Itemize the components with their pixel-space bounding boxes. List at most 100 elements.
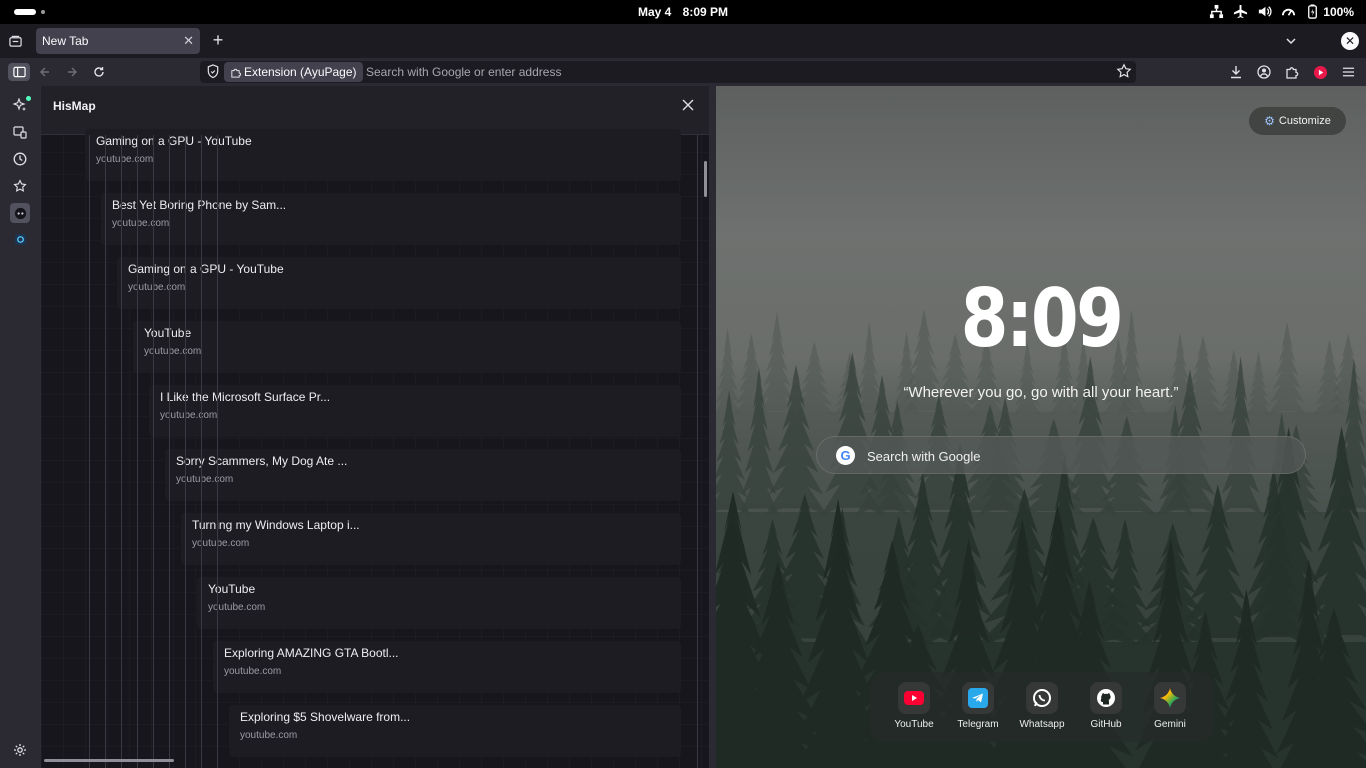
big-clock: 8:09: [960, 272, 1124, 365]
telegram-icon: [962, 682, 994, 714]
shortcut-label: Gemini: [1154, 719, 1186, 730]
system-clock[interactable]: May 4 8:09 PM: [0, 5, 1366, 19]
app-menu-button[interactable]: [1339, 63, 1357, 81]
youtube-extension-button[interactable]: [1311, 63, 1329, 81]
tree-connector: [137, 135, 138, 768]
firefox-view-icon: [8, 35, 22, 47]
arrow-right-icon: [68, 67, 77, 77]
downloads-button[interactable]: [1227, 63, 1245, 81]
history-node-title: Gaming on a GPU - YouTube: [128, 262, 284, 276]
history-tree[interactable]: Gaming on a GPU - YouTube youtube.com Best…: [41, 129, 709, 768]
tree-edge: [697, 135, 698, 768]
vertical-sidebar: [0, 86, 40, 768]
google-icon: G: [836, 446, 855, 465]
extension-app-icon: [14, 233, 26, 245]
gear-icon: [14, 744, 26, 756]
synced-tabs-icon: [13, 126, 27, 139]
firefox-view-button[interactable]: [6, 32, 24, 50]
google-search-box[interactable]: G: [816, 436, 1306, 474]
panel-header: HisMap: [41, 86, 709, 135]
customize-button[interactable]: ⚙ Customize: [1249, 107, 1346, 135]
puzzle-icon: [231, 68, 241, 78]
bookmarks-button[interactable]: [10, 176, 30, 196]
list-all-tabs-button[interactable]: [1282, 32, 1300, 50]
history-node[interactable]: Turning my Windows Laptop i... youtube.co…: [181, 513, 681, 565]
shortcut-github[interactable]: GitHub: [1078, 682, 1134, 734]
new-tab-button[interactable]: +: [209, 30, 227, 50]
shortcut-telegram[interactable]: Telegram: [950, 682, 1006, 734]
daily-quote: “Wherever you go, go with all your heart…: [903, 384, 1179, 401]
history-node[interactable]: Sorry Scammers, My Dog Ate ... youtube.co…: [165, 449, 681, 501]
chevron-down-icon: [1286, 38, 1296, 45]
tab-strip: New Tab ✕ + ✕: [0, 24, 1366, 58]
customize-sidebar-button[interactable]: [10, 740, 30, 760]
shortcut-label: YouTube: [894, 719, 934, 730]
tracking-protection-icon[interactable]: [206, 64, 220, 79]
history-node[interactable]: Gaming on a GPU - YouTube youtube.com: [85, 129, 681, 181]
sidebar-toggle-button[interactable]: [8, 63, 30, 81]
url-input[interactable]: [366, 64, 1086, 80]
battery-status: 100%: [1305, 4, 1354, 19]
puzzle-icon: [1286, 67, 1299, 79]
hamburger-menu-icon: [1342, 67, 1354, 77]
history-button[interactable]: [10, 149, 30, 169]
tree-connector: [153, 135, 154, 768]
system-tray[interactable]: 100%: [1209, 4, 1354, 19]
vertical-scrollbar[interactable]: [704, 161, 707, 197]
customize-label: Customize: [1278, 115, 1331, 127]
history-node[interactable]: YouTube youtube.com: [133, 321, 681, 373]
reload-button[interactable]: [90, 63, 108, 81]
battery-percent: 100%: [1323, 4, 1354, 19]
horizontal-scrollbar[interactable]: [44, 759, 174, 762]
gemini-icon: [1154, 682, 1186, 714]
history-node-domain: youtube.com: [240, 730, 298, 741]
back-button[interactable]: [36, 63, 54, 81]
close-tab-icon[interactable]: ✕: [183, 33, 194, 49]
sparkle-icon: [13, 98, 26, 111]
hismap-icon: [14, 207, 26, 219]
address-bar[interactable]: Extension (AyuPage): [200, 61, 1136, 83]
github-icon: [1090, 682, 1122, 714]
forward-button[interactable]: [63, 63, 81, 81]
forest-background-image: [716, 309, 1366, 768]
account-button[interactable]: [1255, 63, 1273, 81]
history-node[interactable]: YouTube youtube.com: [197, 577, 681, 629]
extension-identity-chip[interactable]: Extension (AyuPage): [224, 62, 363, 82]
history-node[interactable]: Exploring AMAZING GTA Bootl... youtube.co…: [213, 641, 681, 693]
whatsapp-icon: [1026, 682, 1058, 714]
tree-connector: [217, 135, 218, 768]
extension-sidebar-button[interactable]: [10, 229, 30, 249]
tree-connector: [185, 135, 186, 768]
shortcut-label: Telegram: [957, 719, 999, 730]
clock-icon: [13, 152, 27, 166]
network-icon: [1210, 4, 1224, 19]
google-search-input[interactable]: [867, 446, 1287, 466]
navigation-toolbar: Extension (AyuPage): [0, 58, 1366, 86]
history-node[interactable]: I Like the Microsoft Surface Pr... youtub…: [149, 385, 681, 437]
shortcut-youtube[interactable]: YouTube: [886, 682, 942, 734]
tree-connector: [105, 135, 106, 768]
history-node-title: Best Yet Boring Phone by Sam...: [112, 198, 287, 212]
history-node-title: Exploring AMAZING GTA Bootl...: [224, 646, 399, 660]
shortcut-whatsapp[interactable]: Whatsapp: [1014, 682, 1070, 734]
synced-tabs-button[interactable]: [10, 122, 30, 142]
close-window-button[interactable]: ✕: [1341, 32, 1359, 50]
close-icon[interactable]: [681, 98, 695, 112]
shortcut-gemini[interactable]: Gemini: [1142, 682, 1198, 734]
history-node[interactable]: Exploring $5 Shovelware from... youtube.c…: [229, 705, 681, 757]
new-tab-page: ⚙ Customize 8:09 “Wherever you go, go wi…: [716, 86, 1366, 768]
shortcuts-dock: YouTube Telegram Whatsapp GitHub Gemini: [870, 672, 1214, 742]
arrow-left-icon: [40, 67, 49, 77]
account-icon: [1257, 65, 1271, 79]
hismap-sidebar-button[interactable]: [10, 203, 30, 223]
history-node[interactable]: Best Yet Boring Phone by Sam... youtube.c…: [101, 193, 681, 245]
tree-connector: [121, 135, 122, 768]
bookmark-star-icon[interactable]: [1116, 63, 1132, 79]
system-time: 8:09 PM: [682, 5, 729, 19]
extensions-button[interactable]: [1283, 63, 1301, 81]
airplane-icon: [1234, 4, 1248, 19]
notification-dot: [26, 96, 31, 101]
tab-new-tab[interactable]: New Tab ✕: [36, 28, 200, 54]
gear-icon: ⚙: [1264, 114, 1275, 128]
star-icon: [13, 179, 27, 192]
